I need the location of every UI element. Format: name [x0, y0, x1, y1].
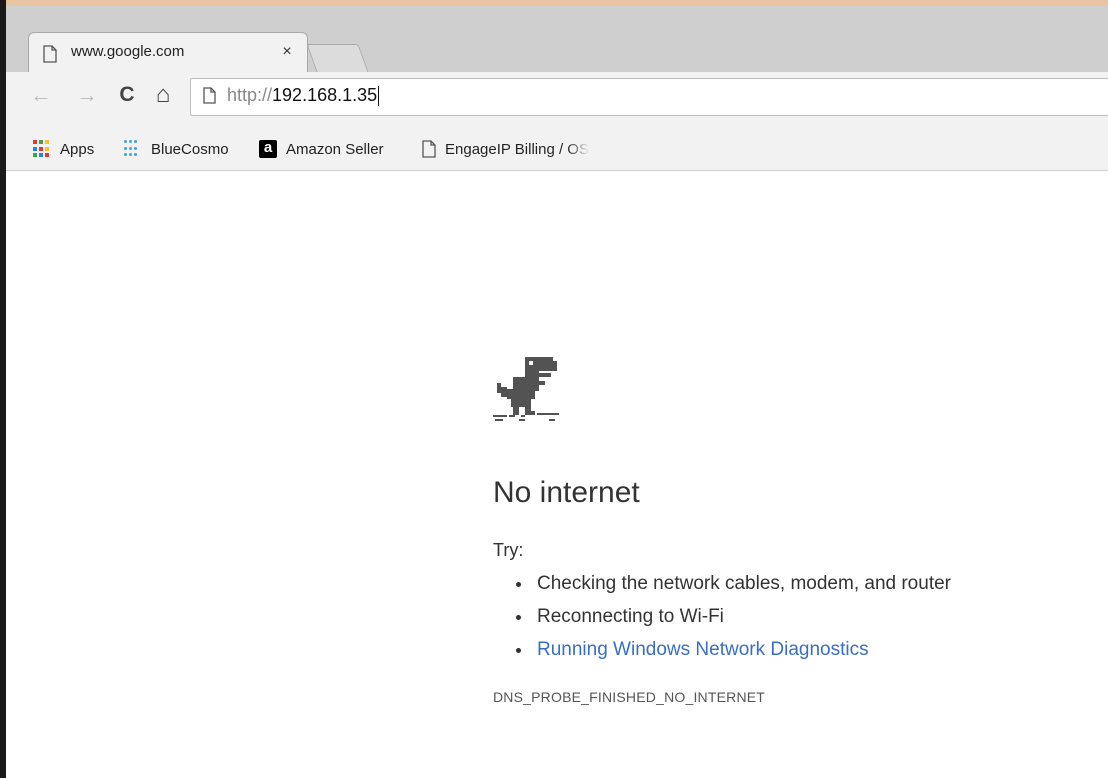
apps-grid-dot: [33, 146, 37, 151]
bookmark-label: Apps: [60, 140, 95, 158]
apps-grid-dot: [39, 140, 43, 144]
page-icon: [43, 45, 57, 63]
apps-grid-dot: [39, 146, 43, 151]
url-scheme: http://: [227, 85, 273, 105]
apps-grid-dot: [39, 153, 43, 158]
text-caret: [378, 86, 380, 107]
page-title: No internet: [493, 476, 640, 509]
suggestion-item: Reconnecting to Wi-Fi: [533, 600, 951, 633]
address-bar[interactable]: http://192.168.1.35: [190, 78, 1108, 116]
bookmark-amazon-seller[interactable]: a Amazon Seller: [259, 137, 384, 161]
error-code: DNS_PROBE_FINISHED_NO_INTERNET: [493, 689, 766, 705]
amazon-icon: a: [259, 140, 277, 158]
apps-grid-dot: [45, 146, 49, 151]
suggestion-text: Checking the network cables, modem, and …: [537, 573, 951, 594]
home-icon[interactable]: ⌂: [148, 80, 178, 110]
bookmark-engageip[interactable]: EngageIP Billing / OS: [422, 137, 589, 161]
toolbar: ← → C ⌂ http://192.168.1.35: [6, 72, 1108, 128]
forward-arrow-icon[interactable]: →: [72, 80, 102, 110]
bookmark-bluecosmo[interactable]: BlueCosmo: [124, 137, 229, 161]
bookmark-label: Amazon Seller: [286, 140, 384, 158]
apps-grid-icon: [33, 140, 51, 158]
error-page: No internet Try: Checking the network ca…: [6, 171, 1108, 778]
apps-grid-dot: [45, 140, 49, 144]
page-info-icon[interactable]: [203, 87, 216, 104]
url-host: 192.168.1.35: [272, 85, 378, 105]
network-diagnostics-link[interactable]: Running Windows Network Diagnostics: [537, 639, 869, 660]
url-text: http://192.168.1.35: [227, 85, 380, 107]
suggestion-list: Checking the network cables, modem, and …: [493, 567, 951, 666]
apps-grid-dot: [33, 140, 37, 144]
reload-icon[interactable]: C: [112, 80, 142, 110]
bookmark-apps[interactable]: Apps: [33, 137, 94, 161]
new-tab-button[interactable]: [306, 44, 370, 75]
bluecosmo-icon: [124, 140, 142, 158]
close-tab-icon[interactable]: ×: [277, 42, 297, 62]
try-label: Try:: [493, 540, 524, 560]
tab-title: www.google.com: [71, 43, 185, 60]
apps-grid-dot: [33, 153, 37, 158]
tab-strip: www.google.com ×: [6, 6, 1108, 75]
bookmark-label: EngageIP Billing / OS: [445, 140, 589, 158]
bookmarks-bar: Apps BlueCosmo a Amazon Seller EngageIP …: [6, 128, 1108, 171]
dinosaur-icon: [493, 357, 559, 421]
page-icon: [422, 140, 436, 158]
bookmark-label: BlueCosmo: [151, 140, 229, 158]
tab-active[interactable]: www.google.com ×: [28, 32, 308, 75]
back-arrow-icon[interactable]: ←: [26, 80, 56, 110]
suggestion-item: Checking the network cables, modem, and …: [533, 567, 951, 600]
suggestion-item: Running Windows Network Diagnostics: [533, 633, 951, 666]
suggestion-text: Reconnecting to Wi-Fi: [537, 606, 724, 627]
apps-grid-dot: [45, 153, 49, 158]
